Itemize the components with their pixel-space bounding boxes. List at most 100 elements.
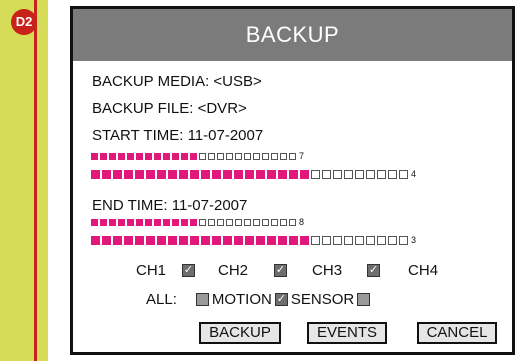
empty-square — [199, 153, 206, 160]
empty-square — [280, 219, 287, 226]
filled-square — [124, 170, 133, 179]
start-date-bar[interactable]: 7 — [91, 152, 304, 161]
end-time-field[interactable]: END TIME: 11-07-2007 — [92, 197, 247, 214]
backup-media-field[interactable]: BACKUP MEDIA: <USB> — [92, 73, 262, 90]
filled-square — [91, 170, 100, 179]
empty-square — [253, 153, 260, 160]
backup-button[interactable]: BACKUP — [199, 322, 281, 344]
filled-square — [118, 153, 125, 160]
filled-square — [267, 236, 276, 245]
filled-square — [136, 153, 143, 160]
empty-square — [333, 170, 342, 179]
motion-label: MOTION — [211, 291, 272, 308]
filled-square — [163, 219, 170, 226]
filled-square — [172, 153, 179, 160]
filled-square — [172, 219, 179, 226]
empty-square — [199, 219, 206, 226]
filled-square — [289, 236, 298, 245]
filled-square — [223, 236, 232, 245]
filled-square — [163, 153, 170, 160]
filled-square — [289, 170, 298, 179]
sidebar-line — [34, 0, 37, 361]
end-date-bar[interactable]: 8 — [91, 218, 304, 227]
filled-square — [109, 153, 116, 160]
filled-square — [256, 236, 265, 245]
filled-square — [127, 153, 134, 160]
end-time-bar[interactable]: 3 — [91, 236, 416, 245]
start-time-bar[interactable]: 4 — [91, 170, 416, 179]
bar-value-label: 8 — [299, 217, 305, 227]
filled-square — [127, 219, 134, 226]
filled-square — [190, 219, 197, 226]
filled-square — [124, 236, 133, 245]
bar-value-label: 7 — [299, 151, 305, 161]
empty-square — [262, 153, 269, 160]
sensor-checkbox[interactable] — [357, 293, 371, 306]
ch4-label: CH4 — [408, 262, 439, 279]
filled-square — [135, 170, 144, 179]
sidebar: D2 — [0, 0, 48, 361]
empty-square — [399, 236, 408, 245]
filled-square — [223, 170, 232, 179]
empty-square — [289, 219, 296, 226]
empty-square — [208, 219, 215, 226]
start-time-field[interactable]: START TIME: 11-07-2007 — [92, 127, 263, 144]
empty-square — [226, 219, 233, 226]
empty-square — [280, 153, 287, 160]
filled-square — [190, 170, 199, 179]
empty-square — [344, 236, 353, 245]
filled-square — [109, 219, 116, 226]
ch1-checkbox[interactable]: ✓ — [182, 264, 196, 277]
empty-square — [244, 153, 251, 160]
empty-square — [217, 153, 224, 160]
sensor-label: SENSOR — [290, 291, 355, 308]
empty-square — [366, 236, 375, 245]
empty-square — [355, 236, 364, 245]
all-label: ALL: — [146, 291, 177, 308]
filled-square — [91, 236, 100, 245]
filled-square — [190, 153, 197, 160]
empty-square — [226, 153, 233, 160]
empty-square — [322, 236, 331, 245]
ch2-checkbox[interactable]: ✓ — [274, 264, 288, 277]
all-checkbox[interactable] — [195, 293, 209, 306]
filled-square — [267, 170, 276, 179]
empty-square — [311, 236, 320, 245]
backup-dialog: BACKUP BACKUP MEDIA: <USB> BACKUP FILE: … — [70, 6, 515, 355]
filled-square — [179, 236, 188, 245]
filled-square — [146, 236, 155, 245]
ch2-label: CH2 — [218, 262, 249, 279]
filled-square — [154, 219, 161, 226]
filled-square — [190, 236, 199, 245]
bar-value-label: 3 — [411, 235, 417, 245]
filled-square — [145, 219, 152, 226]
filled-square — [154, 153, 161, 160]
events-button[interactable]: EVENTS — [307, 322, 387, 344]
filled-square — [300, 170, 309, 179]
backup-file-field[interactable]: BACKUP FILE: <DVR> — [92, 100, 247, 117]
empty-square — [388, 236, 397, 245]
filled-square — [145, 153, 152, 160]
empty-square — [377, 236, 386, 245]
filled-square — [102, 236, 111, 245]
ch3-checkbox[interactable]: ✓ — [367, 264, 381, 277]
motion-checkbox[interactable]: ✓ — [274, 293, 288, 306]
filled-square — [102, 170, 111, 179]
filled-square — [135, 236, 144, 245]
filled-square — [168, 236, 177, 245]
empty-square — [322, 170, 331, 179]
cancel-button[interactable]: CANCEL — [417, 322, 497, 344]
dialog-title: BACKUP — [73, 9, 512, 61]
filled-square — [212, 236, 221, 245]
filled-square — [146, 170, 155, 179]
filled-square — [278, 236, 287, 245]
empty-square — [271, 219, 278, 226]
bar-value-label: 4 — [411, 169, 417, 179]
empty-square — [399, 170, 408, 179]
empty-square — [289, 153, 296, 160]
filled-square — [234, 236, 243, 245]
filled-square — [113, 236, 122, 245]
filled-square — [300, 236, 309, 245]
filled-square — [256, 170, 265, 179]
empty-square — [217, 219, 224, 226]
